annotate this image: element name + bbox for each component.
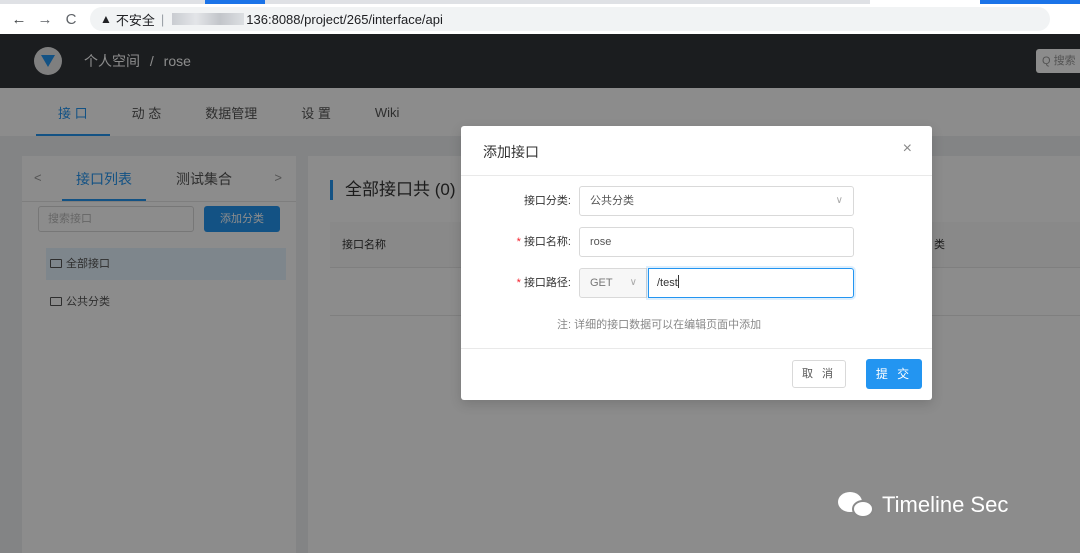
name-label-text: 接口名称: [523, 236, 571, 248]
modal-header: 添加接口 × [461, 126, 932, 176]
name-label: * 接口名称: [517, 227, 571, 257]
category-select[interactable]: 公共分类 ∨ [579, 186, 854, 216]
url-separator: | [160, 11, 165, 27]
insecure-label: 不安全 [115, 12, 155, 28]
required-mark: * [516, 236, 521, 248]
back-arrow-icon[interactable]: ← [6, 11, 32, 28]
url-field[interactable]: ▲ 不安全 | 136:8088/project/265/interface/a… [90, 7, 1050, 31]
close-icon[interactable]: × [903, 140, 912, 158]
browser-address-bar: ← → C ▲ 不安全 | 136:8088/project/265/inter… [0, 4, 1080, 34]
redacted-host [172, 13, 245, 25]
watermark: Timeline Sec [838, 492, 1008, 518]
category-label-row: 接口分类: [461, 186, 571, 216]
url-text: 136:8088/project/265/interface/api [246, 11, 443, 27]
path-input-value: /test [657, 277, 678, 289]
method-select-value: GET [590, 277, 613, 289]
cancel-button[interactable]: 取 消 [792, 360, 846, 388]
chevron-down-icon: ∨ [835, 195, 843, 206]
required-mark: * [516, 277, 521, 289]
category-select-value: 公共分类 [590, 195, 634, 207]
warning-icon[interactable]: ▲ [100, 12, 112, 26]
form-note: 注: 详细的接口数据可以在编辑页面中添加 [557, 319, 762, 331]
category-label: 接口分类: [523, 195, 571, 207]
interface-path-input[interactable]: /test [648, 268, 854, 298]
watermark-text: Timeline Sec [882, 492, 1009, 517]
reload-icon[interactable]: C [58, 11, 84, 28]
chevron-down-icon: ∨ [629, 277, 637, 288]
modal-footer: 取 消 提 交 [461, 348, 932, 400]
path-label-row: * 接口路径: [461, 268, 571, 298]
wechat-icon [838, 492, 876, 518]
interface-name-input[interactable]: rose [579, 227, 854, 257]
path-label-text: 接口路径: [523, 277, 571, 289]
path-label: * 接口路径: [517, 268, 571, 298]
modal-title: 添加接口 [483, 144, 539, 160]
forward-arrow-icon[interactable]: → [32, 11, 58, 28]
text-caret [677, 275, 679, 288]
submit-button[interactable]: 提 交 [866, 359, 922, 389]
add-interface-modal: 添加接口 × 接口分类: 公共分类 ∨ * 接口名称: rose * 接口路径: G… [461, 126, 932, 400]
name-label-row: * 接口名称: [461, 227, 571, 257]
method-select[interactable]: GET ∨ [579, 268, 647, 298]
